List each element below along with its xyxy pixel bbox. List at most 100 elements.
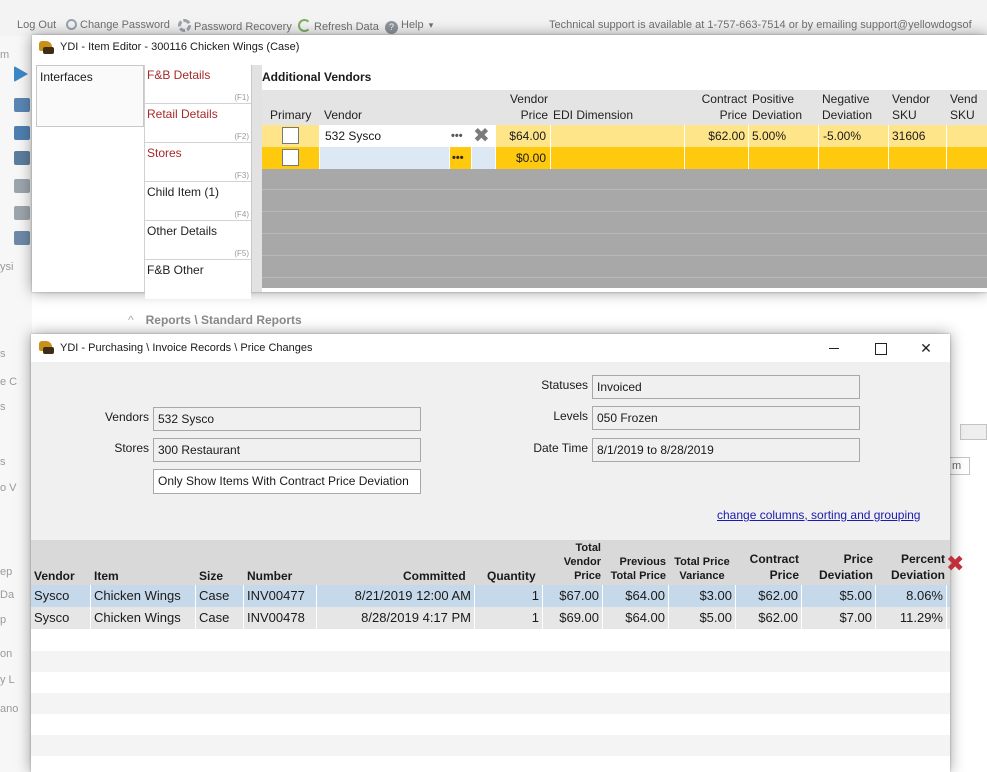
- negative-deviation-cell[interactable]: -5.00%: [819, 125, 889, 147]
- delete-icon[interactable]: ✖: [473, 126, 490, 146]
- column-header-price-deviation[interactable]: Deviation: [803, 567, 873, 583]
- vendor-price-cell[interactable]: $64.00: [496, 125, 551, 147]
- column-header-size[interactable]: Size: [199, 569, 223, 583]
- column-header-vendor[interactable]: Vendor: [324, 107, 362, 123]
- statuses-field[interactable]: Invoiced: [592, 375, 860, 399]
- stores-field[interactable]: 300 Restaurant: [153, 438, 421, 462]
- total-vendor-price-cell: $69.00: [543, 607, 603, 629]
- column-header-vendor-sku-2[interactable]: Vend: [950, 91, 977, 107]
- remove-icon[interactable]: ✖: [946, 553, 964, 575]
- column-header-total-price-variance[interactable]: Total Price: [671, 555, 733, 569]
- chevron-down-icon: ▾: [428, 20, 434, 30]
- edi-dimension-cell[interactable]: [551, 147, 685, 169]
- column-header-vendor-price[interactable]: Price: [498, 107, 548, 123]
- search-icon: [66, 19, 77, 30]
- column-header-edi-dimension[interactable]: EDI Dimension: [553, 107, 633, 123]
- table-row[interactable]: Sysco Chicken Wings Case INV00477 8/21/2…: [31, 585, 950, 607]
- negative-deviation-cell[interactable]: [819, 147, 889, 169]
- close-button[interactable]: ✕: [903, 334, 949, 362]
- column-header-previous-total-price[interactable]: Previous: [603, 555, 666, 569]
- column-header-primary[interactable]: Primary: [270, 107, 311, 123]
- background-button[interactable]: [960, 424, 987, 440]
- tab-child-item[interactable]: Child Item (1) (F4): [145, 182, 251, 221]
- column-header-vendor-sku-2[interactable]: SKU: [950, 107, 975, 123]
- change-password-link[interactable]: Change Password: [66, 19, 170, 31]
- background-input[interactable]: m: [948, 457, 970, 475]
- vendor-row[interactable]: 532 Sysco ••• ✖ $64.00 $62.00 5.00% -5.0…: [262, 125, 987, 147]
- tab-stores[interactable]: Stores (F3): [145, 143, 251, 182]
- item-editor-titlebar[interactable]: YDI - Item Editor - 300116 Chicken Wings…: [32, 35, 987, 61]
- minimize-button[interactable]: [811, 334, 857, 362]
- committed-cell: 8/28/2019 4:17 PM: [317, 607, 475, 629]
- column-header-contract-price[interactable]: Contract: [687, 91, 747, 107]
- column-header-number[interactable]: Number: [247, 569, 292, 583]
- date-time-field[interactable]: 8/1/2019 to 8/28/2019: [592, 438, 860, 462]
- tab-retail-details[interactable]: Retail Details (F2): [145, 104, 251, 143]
- column-header-percent-deviation[interactable]: Percent: [877, 551, 945, 567]
- column-header-total-vendor-price[interactable]: Vendor: [543, 555, 601, 569]
- vendor-sku-2-cell[interactable]: [947, 147, 987, 169]
- edi-dimension-cell[interactable]: [551, 125, 685, 147]
- new-vendor-row[interactable]: ••• $0.00: [262, 147, 987, 169]
- positive-deviation-cell[interactable]: [749, 147, 819, 169]
- contract-deviation-toggle[interactable]: Only Show Items With Contract Price Devi…: [153, 469, 421, 494]
- column-header-total-vendor-price[interactable]: Total: [543, 541, 601, 555]
- contract-price-cell[interactable]: $62.00: [685, 125, 749, 147]
- column-header-contract-price[interactable]: Price: [737, 567, 799, 583]
- app-logo-icon: [38, 40, 55, 55]
- column-header-vendor-price[interactable]: Vendor: [498, 91, 548, 107]
- logout-link[interactable]: Log Out: [17, 19, 56, 31]
- vendor-sku-2-cell[interactable]: [947, 125, 987, 147]
- column-header-total-vendor-price[interactable]: Price: [543, 569, 601, 583]
- price-changes-titlebar[interactable]: YDI - Purchasing \ Invoice Records \ Pri…: [31, 334, 950, 362]
- vendor-sku-cell[interactable]: [889, 147, 947, 169]
- barcode-icon: [14, 206, 30, 220]
- column-header-negative-deviation[interactable]: Deviation: [822, 107, 872, 123]
- refresh-data-link[interactable]: Refresh Data: [298, 19, 379, 33]
- vendor-price-cell[interactable]: $0.00: [496, 147, 551, 169]
- column-header-quantity[interactable]: Quantity: [487, 569, 536, 583]
- date-time-label: Date Time: [533, 441, 588, 455]
- ellipsis-icon[interactable]: •••: [451, 125, 463, 147]
- tab-other-details[interactable]: Other Details (F5): [145, 221, 251, 260]
- help-menu[interactable]: ? Help ▾: [385, 19, 433, 34]
- splitter[interactable]: [252, 65, 262, 292]
- interfaces-nav[interactable]: Interfaces: [36, 65, 144, 127]
- change-columns-link[interactable]: change columns, sorting and grouping: [717, 508, 920, 522]
- grid-header: Primary Vendor Vendor Price EDI Dimensio…: [262, 90, 987, 125]
- contract-price-cell[interactable]: [685, 147, 749, 169]
- column-header-vendor[interactable]: Vendor: [34, 569, 75, 583]
- maximize-button[interactable]: [857, 334, 903, 362]
- column-header-vendor-sku[interactable]: SKU: [892, 107, 917, 123]
- column-header-negative-deviation[interactable]: Negative: [822, 91, 869, 107]
- column-header-positive-deviation[interactable]: Positive: [752, 91, 794, 107]
- primary-checkbox[interactable]: [282, 149, 299, 166]
- vendor-input-cell-end[interactable]: [472, 147, 496, 169]
- column-header-contract-price[interactable]: Price: [687, 107, 747, 123]
- tab-fb-other[interactable]: F&B Other: [145, 260, 251, 299]
- tab-fb-details[interactable]: F&B Details (F1): [145, 65, 251, 104]
- percent-deviation-cell: 11.29%: [876, 607, 947, 629]
- positive-deviation-cell[interactable]: 5.00%: [749, 125, 819, 147]
- contract-price-cell: $62.00: [736, 585, 802, 607]
- ellipsis-button[interactable]: •••: [450, 147, 472, 169]
- reports-breadcrumb[interactable]: ^ Reports \ Standard Reports: [128, 313, 302, 327]
- column-header-percent-deviation[interactable]: Deviation: [877, 567, 945, 583]
- table-row[interactable]: Sysco Chicken Wings Case INV00478 8/28/2…: [31, 607, 950, 629]
- tab-shortcut: (F1): [234, 93, 249, 102]
- column-header-committed[interactable]: Committed: [403, 569, 466, 583]
- column-header-vendor-sku[interactable]: Vendor: [892, 91, 930, 107]
- password-recovery-link[interactable]: Password Recovery: [178, 19, 292, 33]
- column-header-price-deviation[interactable]: Price: [803, 551, 873, 567]
- column-header-positive-deviation[interactable]: Deviation: [752, 107, 802, 123]
- column-header-total-price-variance[interactable]: Variance: [671, 569, 733, 583]
- column-header-previous-total-price[interactable]: Total Price: [603, 569, 666, 583]
- vendor-cell[interactable]: 532 Sysco ••• ✖: [320, 125, 496, 147]
- vendor-input-cell[interactable]: [320, 147, 450, 169]
- vendor-sku-cell[interactable]: 31606: [889, 125, 947, 147]
- primary-checkbox[interactable]: [282, 127, 299, 144]
- column-header-contract-price[interactable]: Contract: [737, 551, 799, 567]
- vendors-field[interactable]: 532 Sysco: [153, 407, 421, 431]
- levels-field[interactable]: 050 Frozen: [592, 406, 860, 430]
- column-header-item[interactable]: Item: [94, 569, 119, 583]
